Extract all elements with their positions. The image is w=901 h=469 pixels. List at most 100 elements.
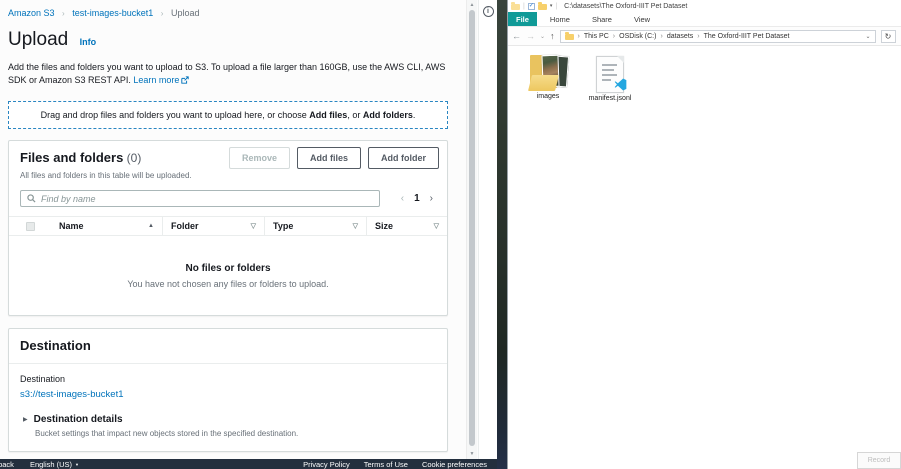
cookie-preferences-link[interactable]: Cookie preferences xyxy=(422,460,487,469)
navigation-bar: ← → ⌄ ↑ › This PC › OSDisk (C:) › datase… xyxy=(508,27,901,46)
pagination: ‹ 1 › xyxy=(401,193,436,204)
page-description: Add the files and folders you want to up… xyxy=(8,61,448,87)
explorer-titlebar: | ✓ ▾ | C:\datasets\The Oxford-IIIT Pet … xyxy=(508,0,901,12)
tab-home[interactable]: Home xyxy=(541,12,579,26)
search-icon xyxy=(27,194,36,203)
tab-share[interactable]: Share xyxy=(583,12,621,26)
feedback-link[interactable]: Feedback xyxy=(0,460,14,469)
privacy-policy-link[interactable]: Privacy Policy xyxy=(303,460,350,469)
language-selector[interactable]: English (US) ▼ xyxy=(30,460,79,469)
back-icon[interactable]: ← xyxy=(512,31,521,41)
explorer-app-icon xyxy=(511,4,520,10)
separator: | xyxy=(523,3,525,10)
aws-upload-page: Amazon S3 › test-images-bucket1 › Upload… xyxy=(0,0,458,459)
current-page[interactable]: 1 xyxy=(414,193,420,204)
destination-bucket-link[interactable]: s3://test-images-bucket1 xyxy=(20,389,436,400)
column-header-type[interactable]: Type▽ xyxy=(264,217,366,235)
sort-ascending-icon: ▲ xyxy=(148,223,154,229)
address-bar[interactable]: › This PC › OSDisk (C:) › datasets › The… xyxy=(560,30,876,43)
browser-scrollbar[interactable]: ▲ ▼ xyxy=(466,0,477,459)
title-row: Upload Info xyxy=(8,29,450,51)
page-fold xyxy=(617,56,624,63)
caret-down-icon: ▼ xyxy=(75,462,79,467)
find-by-name-input[interactable] xyxy=(41,194,373,204)
previous-page-icon[interactable]: ‹ xyxy=(401,193,404,204)
path-separator: › xyxy=(578,33,580,40)
destination-details-title: Destination details xyxy=(34,414,123,425)
path-osdisk[interactable]: OSDisk (C:) xyxy=(619,33,656,40)
destination-card-header: Destination xyxy=(9,329,447,364)
external-link-icon xyxy=(181,76,189,84)
breadcrumb-current: Upload xyxy=(171,8,200,18)
destination-card-title: Destination xyxy=(20,338,91,353)
breadcrumb-bucket[interactable]: test-images-bucket1 xyxy=(72,8,153,18)
file-item-manifest[interactable]: manifest.jsonl xyxy=(582,56,638,102)
search-box xyxy=(20,190,380,207)
path-this-pc[interactable]: This PC xyxy=(584,33,609,40)
scroll-down-icon[interactable]: ▼ xyxy=(467,451,477,457)
properties-icon[interactable]: ✓ xyxy=(528,3,535,10)
tab-view[interactable]: View xyxy=(625,12,659,26)
next-page-icon[interactable]: › xyxy=(430,193,433,204)
recent-locations-icon[interactable]: ⌄ xyxy=(540,33,545,40)
vscode-icon xyxy=(614,78,627,91)
files-card-subtitle: All files and folders in this table will… xyxy=(20,171,436,180)
column-header-name[interactable]: Name▲ xyxy=(51,217,162,235)
record-button[interactable]: Record xyxy=(857,452,901,469)
empty-state-subtitle: You have not chosen any files or folders… xyxy=(127,279,328,289)
scrollbar-thumb[interactable] xyxy=(469,10,475,446)
destination-card-body: Destination s3://test-images-bucket1 ▶ D… xyxy=(9,364,447,451)
folder-item-images[interactable]: images xyxy=(520,54,576,100)
tab-file[interactable]: File xyxy=(508,12,537,26)
drag-drop-zone[interactable]: Drag and drop files and folders you want… xyxy=(8,101,448,129)
select-all-cell xyxy=(9,217,51,235)
item-label: images xyxy=(520,93,576,100)
up-icon[interactable]: ↑ xyxy=(550,31,555,41)
select-all-checkbox[interactable] xyxy=(26,222,35,231)
empty-state-title: No files or folders xyxy=(185,263,270,274)
sort-icon: ▽ xyxy=(434,222,439,230)
files-card-actions: Remove Add files Add folder xyxy=(229,147,439,169)
customize-toolbar-icon[interactable]: ▾ xyxy=(550,3,553,9)
browser-window: Amazon S3 › test-images-bucket1 › Upload… xyxy=(0,0,497,469)
path-separator: › xyxy=(660,33,662,40)
terms-of-use-link[interactable]: Terms of Use xyxy=(364,460,408,469)
item-label: manifest.jsonl xyxy=(582,95,638,102)
destination-label: Destination xyxy=(20,374,436,384)
separator: | xyxy=(555,3,557,10)
destination-details-subtitle: Bucket settings that impact new objects … xyxy=(35,429,436,438)
remove-button[interactable]: Remove xyxy=(229,147,290,169)
file-explorer-window: | ✓ ▾ | C:\datasets\The Oxford-IIIT Pet … xyxy=(507,0,901,469)
path-datasets[interactable]: datasets xyxy=(667,33,693,40)
explorer-content[interactable]: images manifest.jsonl xyxy=(508,46,901,468)
scroll-up-icon[interactable]: ▲ xyxy=(467,2,477,8)
address-dropdown-icon[interactable]: ⌄ xyxy=(866,33,871,40)
info-link[interactable]: Info xyxy=(80,37,97,47)
ribbon-tabs: File Home Share View xyxy=(508,12,901,27)
forward-icon[interactable]: → xyxy=(526,31,535,41)
add-files-button[interactable]: Add files xyxy=(297,147,361,169)
new-folder-icon[interactable] xyxy=(538,4,547,10)
jsonl-file-icon xyxy=(596,56,624,93)
search-row: ‹ 1 › xyxy=(9,186,447,216)
destination-details-toggle[interactable]: ▶ Destination details xyxy=(23,414,436,425)
info-panel-icon[interactable]: i xyxy=(483,6,494,17)
breadcrumb: Amazon S3 › test-images-bucket1 › Upload xyxy=(8,8,450,18)
files-count: (0) xyxy=(123,151,141,165)
column-header-size[interactable]: Size▽ xyxy=(366,217,447,235)
folder-icon xyxy=(565,34,574,40)
breadcrumb-amazon-s3[interactable]: Amazon S3 xyxy=(8,8,55,18)
column-header-folder[interactable]: Folder▽ xyxy=(162,217,264,235)
files-and-folders-card: Files and folders (0) All files and fold… xyxy=(8,140,448,316)
images-folder-icon xyxy=(527,54,569,91)
empty-state: No files or folders You have not chosen … xyxy=(9,236,447,315)
table-header: Name▲ Folder▽ Type▽ Size▽ xyxy=(9,216,447,236)
path-current-folder[interactable]: The Oxford-IIIT Pet Dataset xyxy=(704,33,790,40)
files-card-title: Files and folders xyxy=(20,150,123,165)
refresh-button[interactable]: ↻ xyxy=(881,30,896,43)
path-separator: › xyxy=(613,33,615,40)
path-separator: › xyxy=(697,33,699,40)
learn-more-link[interactable]: Learn more xyxy=(133,75,189,85)
help-panel-strip: i xyxy=(478,0,497,459)
add-folder-button[interactable]: Add folder xyxy=(368,147,439,169)
